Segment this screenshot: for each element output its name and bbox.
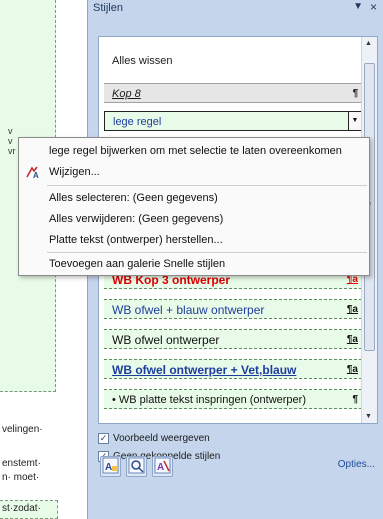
document-line: velingen·	[2, 424, 43, 435]
style-inspector-button[interactable]	[126, 456, 147, 477]
menu-separator	[47, 185, 367, 186]
menu-separator	[47, 252, 367, 253]
style-item-wb-ofwel-vet-blauw[interactable]: WB ofwel ontwerper + Vet,blauw ¶a	[104, 359, 362, 379]
new-style-button[interactable]: A	[100, 456, 121, 477]
menu-item-restore[interactable]: Platte tekst (ontwerper) herstellen...	[19, 230, 369, 250]
style-item-label: • WB platte tekst inspringen (ontwerper)	[112, 394, 306, 406]
style-dropdown-chevron-icon[interactable]: ▼	[348, 111, 362, 131]
linked-style-icon: ¶a	[346, 364, 358, 375]
manage-styles-button[interactable]: A	[152, 456, 173, 477]
show-preview-label: Voorbeeld weergeven	[113, 433, 210, 444]
style-item-label: WB ofwel + blauw ontwerper	[112, 303, 265, 317]
menu-item-select-all[interactable]: Alles selecteren: (Geen gegevens)	[19, 188, 369, 208]
menu-item-remove-all[interactable]: Alles verwijderen: (Geen gegevens)	[19, 209, 369, 229]
paragraph-mark-icon: ¶	[352, 394, 358, 405]
svg-text:A: A	[157, 462, 164, 473]
scroll-up-arrow-icon[interactable]: ▲	[365, 40, 372, 47]
document-line: st·zodat·	[2, 503, 41, 514]
style-context-menu: lege regel bijwerken om met selectie te …	[18, 137, 370, 276]
paragraph-mark-icon: ¶	[352, 88, 358, 99]
style-inspector-icon	[128, 457, 145, 474]
new-style-icon: A	[102, 457, 119, 474]
linked-style-icon: ¶a	[346, 304, 358, 315]
menu-item-update-to-match[interactable]: lege regel bijwerken om met selectie te …	[19, 141, 369, 161]
pane-close-button[interactable]: ×	[370, 0, 377, 14]
document-line: enstemt·	[2, 458, 41, 469]
modify-style-icon: A	[26, 166, 39, 179]
style-item-label: WB ofwel ontwerper	[112, 333, 220, 347]
document-line: n· moet·	[2, 472, 40, 483]
style-item-wb-platte-tekst[interactable]: • WB platte tekst inspringen (ontwerper)…	[104, 389, 362, 409]
pane-menu-chevron-icon[interactable]: ▼	[353, 1, 363, 12]
scroll-down-arrow-icon[interactable]: ▼	[365, 413, 372, 420]
document-fragment: v	[8, 136, 13, 146]
style-item-wb-ofwel-blauw[interactable]: WB ofwel + blauw ontwerper ¶a	[104, 299, 362, 319]
style-item-label: WB ofwel ontwerper + Vet,blauw	[112, 363, 297, 377]
style-item-kop8[interactable]: Kop 8 ¶	[104, 83, 362, 103]
style-item-lege-regel[interactable]: lege regel ▼	[104, 111, 362, 131]
document-fragment: vr	[8, 146, 16, 156]
style-item-clear-all[interactable]: Alles wissen	[104, 51, 362, 71]
style-item-label: lege regel	[113, 116, 162, 128]
svg-text:A: A	[33, 171, 39, 179]
options-link[interactable]: Opties...	[338, 459, 375, 470]
menu-item-modify[interactable]: A Wijzigen...	[19, 162, 369, 182]
menu-item-label: Wijzigen...	[49, 166, 100, 178]
linked-style-icon: ¶a	[346, 334, 358, 345]
manage-styles-icon: A	[154, 457, 171, 474]
pane-title: Stijlen	[93, 2, 123, 14]
menu-item-add-to-quick-styles[interactable]: Toevoegen aan galerie Snelle stijlen	[19, 254, 369, 274]
style-item-wb-ofwel[interactable]: WB ofwel ontwerper ¶a	[104, 329, 362, 349]
show-preview-checkbox-row[interactable]: ✓ Voorbeeld weergeven	[98, 433, 210, 444]
style-item-label: Kop 8	[112, 88, 141, 100]
document-fragment: v	[8, 126, 13, 136]
style-item-label: Alles wissen	[112, 55, 173, 67]
document-cut-text: v v vr	[8, 126, 16, 156]
svg-text:A: A	[105, 462, 112, 473]
show-preview-checkbox[interactable]: ✓	[98, 433, 109, 444]
